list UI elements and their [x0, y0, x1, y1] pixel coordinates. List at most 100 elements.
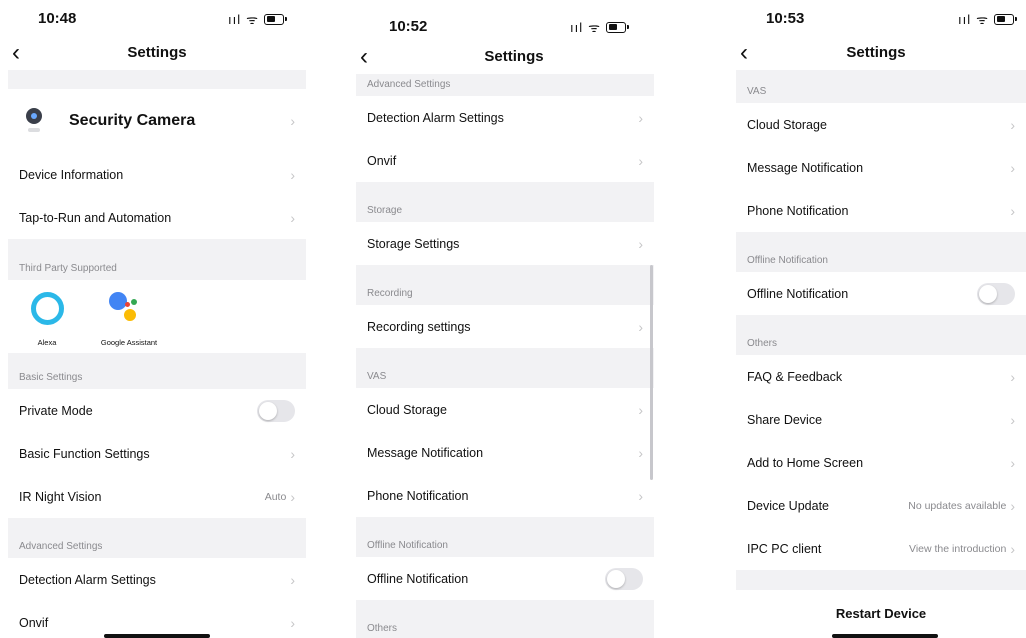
recording-settings-row[interactable]: Recording settings › — [356, 305, 654, 348]
status-time: 10:48 — [38, 10, 77, 27]
scrollbar[interactable] — [650, 265, 653, 480]
status-icons: ııl ᯤ — [228, 10, 287, 28]
section-header-storage: Storage — [356, 182, 654, 222]
section-gap — [736, 570, 1026, 590]
chevron-right-icon: › — [1010, 411, 1015, 428]
restart-device-button[interactable]: Restart Device — [736, 590, 1026, 636]
section-header-recording: Recording — [356, 265, 654, 305]
wifi-icon: ᯤ — [976, 12, 989, 27]
chevron-right-icon: › — [638, 109, 643, 126]
row-label: Onvif — [19, 615, 49, 630]
wifi-icon: ᯤ — [588, 20, 601, 35]
google-assistant-item[interactable]: Google Assistant — [101, 280, 157, 353]
chevron-right-icon: › — [290, 113, 295, 129]
chevron-right-icon: › — [638, 401, 643, 418]
section-header-basic: Basic Settings — [8, 353, 306, 389]
nav-bar: ‹ Settings — [736, 38, 1026, 68]
chevron-right-icon: › — [290, 209, 295, 226]
cloud-storage-row[interactable]: Cloud Storage › — [736, 103, 1026, 146]
device-information-row[interactable]: Device Information › — [8, 153, 306, 196]
offline-notification-row: Offline Notification — [356, 557, 654, 600]
message-notification-row[interactable]: Message Notification › — [356, 431, 654, 474]
row-label: Phone Notification — [367, 488, 469, 503]
phone-notification-row[interactable]: Phone Notification › — [736, 189, 1026, 232]
nav-bar: ‹ Settings — [356, 42, 654, 72]
section-header-label: Others — [367, 623, 398, 634]
ir-night-vision-value: Auto — [264, 490, 287, 503]
section-header-label: Offline Notification — [747, 255, 828, 266]
storage-settings-row[interactable]: Storage Settings › — [356, 222, 654, 265]
chevron-right-icon: › — [638, 235, 643, 252]
ipc-pc-client-row[interactable]: IPC PC client View the introduction › — [736, 527, 1026, 570]
row-label: Offline Notification — [747, 286, 849, 301]
basic-function-settings-row[interactable]: Basic Function Settings › — [8, 432, 306, 475]
settings-list: Security Camera › Device Information › T… — [8, 70, 306, 638]
chevron-right-icon: › — [290, 488, 295, 505]
chevron-right-icon: › — [638, 487, 643, 504]
settings-screen-3: 10:53 ııl ᯤ ‹ Settings VAS Cloud Storage… — [736, 0, 1026, 638]
section-header-others: Others — [736, 315, 1026, 355]
row-label: Detection Alarm Settings — [367, 110, 504, 125]
message-notification-row[interactable]: Message Notification › — [736, 146, 1026, 189]
settings-screen-2: 10:52 ııl ᯤ ‹ Settings Advanced Settings… — [356, 0, 654, 638]
status-time: 10:53 — [766, 10, 805, 27]
ir-night-vision-row[interactable]: IR Night Vision Auto › — [8, 475, 306, 518]
chevron-right-icon: › — [1010, 540, 1015, 557]
battery-icon — [264, 13, 287, 25]
status-icons: ııl ᯤ — [570, 18, 629, 36]
settings-list: VAS Cloud Storage › Message Notification… — [736, 70, 1026, 636]
alexa-label: Alexa — [37, 338, 57, 347]
private-mode-toggle[interactable] — [257, 399, 295, 422]
home-indicator — [104, 634, 210, 638]
offline-notification-toggle[interactable] — [605, 567, 643, 590]
chevron-right-icon: › — [1010, 497, 1015, 514]
tap-to-run-row[interactable]: Tap-to-Run and Automation › — [8, 196, 306, 239]
battery-icon — [994, 13, 1017, 25]
section-header-others: Others — [356, 600, 654, 638]
row-label: Tap-to-Run and Automation — [19, 210, 172, 225]
back-icon[interactable]: ‹ — [360, 42, 368, 72]
cloud-storage-row[interactable]: Cloud Storage › — [356, 388, 654, 431]
chevron-right-icon: › — [1010, 454, 1015, 471]
share-device-row[interactable]: Share Device › — [736, 398, 1026, 441]
device-name: Security Camera — [69, 112, 196, 129]
offline-notification-row: Offline Notification — [736, 272, 1026, 315]
chevron-right-icon: › — [1010, 116, 1015, 133]
chevron-right-icon: › — [290, 166, 295, 183]
chevron-right-icon: › — [638, 152, 643, 169]
alexa-item[interactable]: Alexa — [19, 280, 75, 353]
section-header-offline: Offline Notification — [356, 517, 654, 557]
row-label: Onvif — [367, 153, 397, 168]
section-header-advanced: Advanced Settings — [356, 74, 654, 96]
google-assistant-label: Google Assistant — [100, 338, 158, 347]
onvif-row[interactable]: Onvif › — [8, 601, 306, 638]
detection-alarm-settings-row[interactable]: Detection Alarm Settings › — [356, 96, 654, 139]
section-header-label: Advanced Settings — [19, 541, 103, 552]
section-header-label: Advanced Settings — [367, 79, 451, 90]
device-update-status: No updates available — [908, 499, 1007, 512]
page-title: Settings — [846, 44, 906, 61]
row-label: IR Night Vision — [19, 489, 102, 504]
wifi-icon: ᯤ — [246, 12, 259, 27]
page-title: Settings — [127, 44, 187, 61]
onvif-row[interactable]: Onvif › — [356, 139, 654, 182]
signal-icon: ııl — [958, 11, 972, 27]
signal-icon: ııl — [228, 11, 242, 27]
security-camera-icon — [23, 106, 45, 136]
phone-notification-row[interactable]: Phone Notification › — [356, 474, 654, 517]
google-assistant-icon — [107, 290, 151, 326]
section-header-third-party: Third Party Supported — [8, 239, 306, 280]
row-label: Basic Function Settings — [19, 446, 150, 461]
chevron-right-icon: › — [290, 445, 295, 462]
settings-list: Advanced Settings Detection Alarm Settin… — [356, 74, 654, 638]
device-update-row[interactable]: Device Update No updates available › — [736, 484, 1026, 527]
row-label: Cloud Storage — [747, 117, 827, 132]
add-to-home-screen-row[interactable]: Add to Home Screen › — [736, 441, 1026, 484]
device-header-row[interactable]: Security Camera › — [8, 89, 306, 153]
faq-feedback-row[interactable]: FAQ & Feedback › — [736, 355, 1026, 398]
offline-notification-toggle[interactable] — [977, 282, 1015, 305]
row-label: Offline Notification — [367, 571, 469, 586]
chevron-right-icon: › — [1010, 159, 1015, 176]
row-label: Private Mode — [19, 403, 93, 418]
detection-alarm-settings-row[interactable]: Detection Alarm Settings › — [8, 558, 306, 601]
